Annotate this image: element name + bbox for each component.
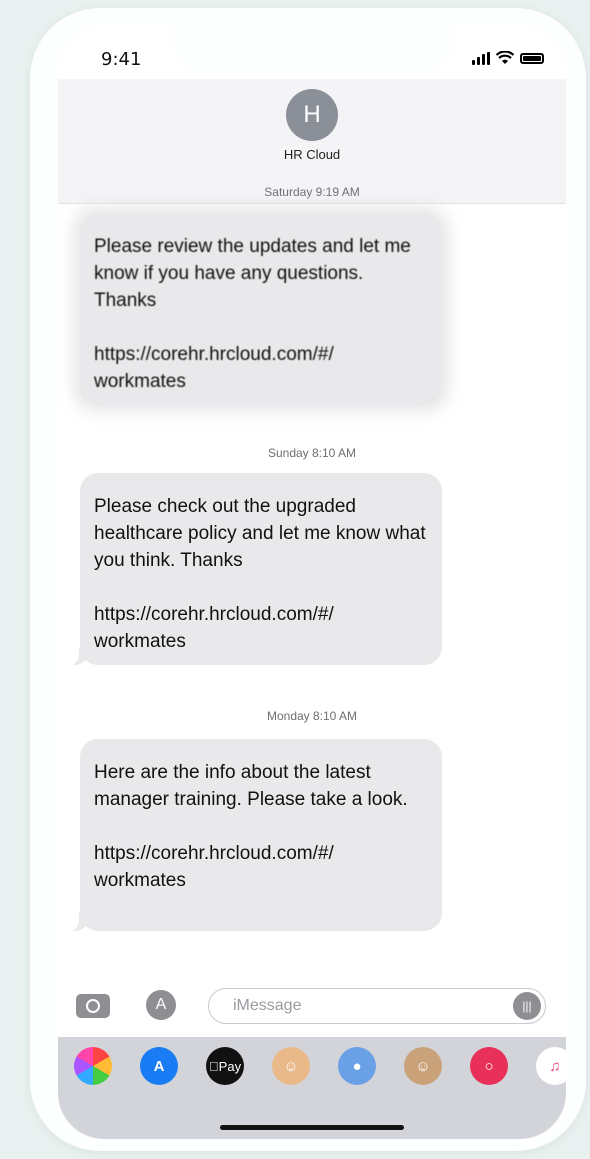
phone-screen: 9:41 H HR Cloud Saturday 9:19 AM Please …	[58, 27, 566, 1139]
apple-pay-label: Pay	[213, 1058, 241, 1074]
avatar[interactable]: H	[286, 89, 338, 141]
bubble-tail	[67, 913, 89, 931]
message-timestamp: Saturday 9:19 AM	[264, 185, 360, 199]
message-bubble[interactable]: Please review the updates and let me kno…	[80, 213, 442, 405]
apple-pay-icon[interactable]: Pay	[206, 1047, 244, 1085]
message-link[interactable]: https://corehr.hrcloud.com/#/ workmates	[94, 601, 428, 655]
message-bubble[interactable]: Here are the info about the latest manag…	[67, 739, 442, 931]
contact-name[interactable]: HR Cloud	[58, 147, 566, 162]
message-timestamp: Monday 8:10 AM	[266, 709, 358, 723]
app-drawer: A Pay ☺ ● ☺ ○ ♫	[58, 1037, 566, 1139]
animoji-icon[interactable]: ☺	[404, 1047, 442, 1085]
wifi-icon	[496, 51, 514, 64]
signal-icon	[472, 51, 490, 65]
message-input-bar: A |||	[58, 984, 566, 1034]
home-indicator	[220, 1125, 404, 1130]
message-timestamp: Sunday 8:10 AM	[267, 446, 357, 460]
search-images-icon[interactable]: ○	[470, 1047, 508, 1085]
notch	[172, 27, 454, 73]
message-link[interactable]: https://corehr.hrcloud.com/#/ workmates	[94, 840, 428, 894]
status-time: 9:41	[101, 49, 142, 70]
camera-icon[interactable]	[76, 994, 110, 1018]
message-link[interactable]: https://corehr.hrcloud.com/#/ workmates	[94, 341, 428, 395]
message-field[interactable]: |||	[208, 988, 546, 1024]
photos-icon[interactable]	[74, 1047, 112, 1085]
bubble-tail	[67, 647, 89, 665]
status-icons	[472, 51, 544, 65]
audio-message-icon[interactable]: |||	[513, 992, 541, 1020]
battery-icon	[520, 52, 544, 64]
stickers-icon[interactable]: ●	[338, 1047, 376, 1085]
memoji-icon[interactable]: ☺	[272, 1047, 310, 1085]
music-icon[interactable]: ♫	[536, 1047, 566, 1085]
message-input[interactable]	[231, 996, 495, 1016]
app-store-button-icon[interactable]: A	[146, 990, 176, 1020]
message-text: Here are the info about the latest manag…	[94, 762, 408, 810]
app-store-icon[interactable]: A	[140, 1047, 178, 1085]
message-text: Please review the updates and let me kno…	[94, 236, 411, 311]
message-text: Please check out the upgraded healthcare…	[94, 496, 426, 571]
message-bubble[interactable]: Please check out the upgraded healthcare…	[67, 473, 442, 665]
